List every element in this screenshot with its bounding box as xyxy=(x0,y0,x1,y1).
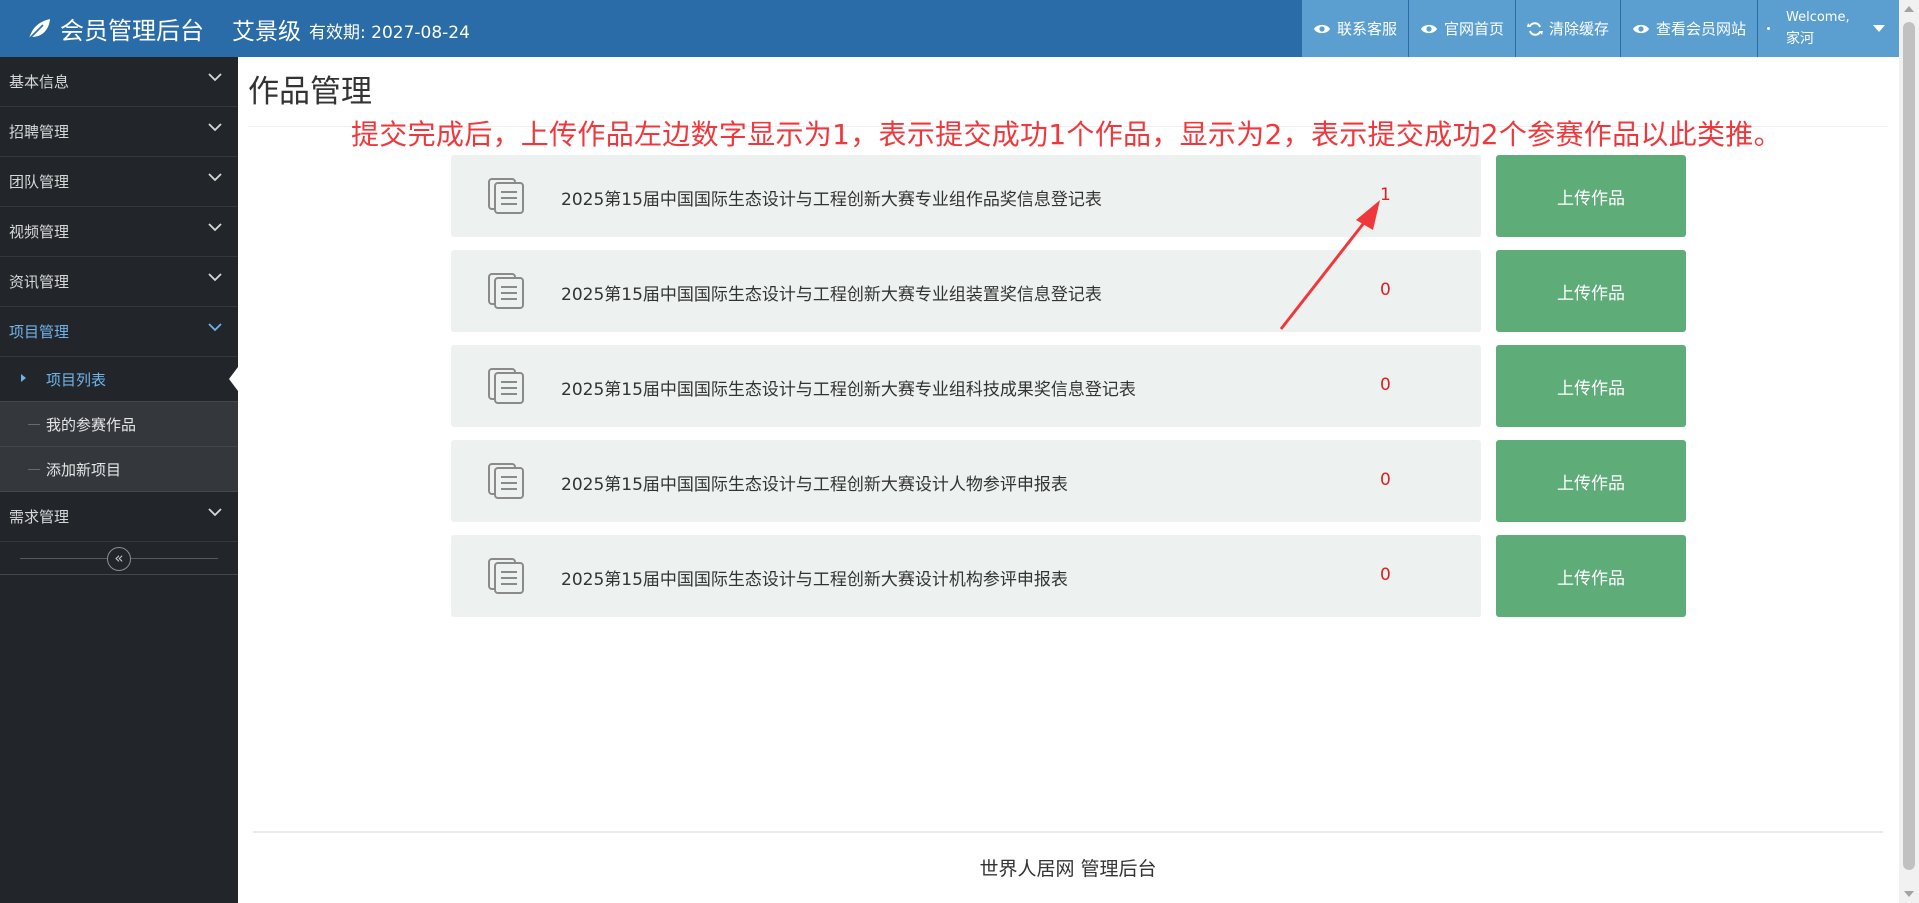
brand: 会员管理后台 艾景级 有效期: 2027-08-24 xyxy=(26,0,470,57)
entry-form-title: 2025第15届中国国际生态设计与工程创新大赛专业组作品奖信息登记表 xyxy=(561,190,1102,210)
list-item: 2025第15届中国国际生态设计与工程创新大赛设计机构参评申报表 0 xyxy=(451,535,1481,617)
clear-cache-label: 清除缓存 xyxy=(1548,20,1609,38)
sidebar-item-label: 团队管理 xyxy=(9,173,70,191)
active-indicator xyxy=(229,367,238,391)
leaf-icon xyxy=(28,18,50,40)
chevron-down-icon xyxy=(208,223,222,232)
nav-actions: 联系客服 官网首页 清除缓存 查看会员网站 Welcome, 家河 xyxy=(1300,0,1899,57)
sidebar-item-news[interactable]: 资讯管理 xyxy=(0,257,238,307)
submission-count: 0 xyxy=(1380,565,1391,585)
welcome-username: 家河 xyxy=(1786,31,1814,47)
document-list-icon xyxy=(488,558,524,594)
sidebar-item-recruitment[interactable]: 招聘管理 xyxy=(0,107,238,157)
tree-line xyxy=(28,424,40,425)
sidebar-item-label: 项目管理 xyxy=(9,323,70,341)
sidebar-item-video[interactable]: 视频管理 xyxy=(0,207,238,257)
refresh-icon xyxy=(1526,21,1543,37)
sidebar-item-label: 招聘管理 xyxy=(9,123,70,141)
submenu-item-add-project[interactable]: 添加新项目 xyxy=(0,447,238,492)
list-item: 2025第15届中国国际生态设计与工程创新大赛设计人物参评申报表 0 xyxy=(451,440,1481,522)
eye-icon xyxy=(1632,23,1650,35)
clear-cache-button[interactable]: 清除缓存 xyxy=(1514,0,1620,57)
top-navbar: 会员管理后台 艾景级 有效期: 2027-08-24 联系客服 官网首页 清除缓… xyxy=(0,0,1899,57)
sidebar-item-label: 资讯管理 xyxy=(9,273,70,291)
entry-form-title: 2025第15届中国国际生态设计与工程创新大赛专业组装置奖信息登记表 xyxy=(561,285,1102,305)
sidebar-item-label: 视频管理 xyxy=(9,223,70,241)
document-list-icon xyxy=(488,273,524,309)
upload-work-button[interactable]: 上传作品 xyxy=(1496,535,1686,617)
entry-form-title: 2025第15届中国国际生态设计与工程创新大赛设计机构参评申报表 xyxy=(561,570,1068,590)
annotation-note: 提交完成后，上传作品左边数字显示为1，表示提交成功1个作品，显示为2，表示提交成… xyxy=(351,118,1782,151)
contact-support-button[interactable]: 联系客服 xyxy=(1300,0,1408,57)
upload-work-button[interactable]: 上传作品 xyxy=(1496,250,1686,332)
list-item: 2025第15届中国国际生态设计与工程创新大赛专业组科技成果奖信息登记表 0 xyxy=(451,345,1481,427)
official-home-button[interactable]: 官网首页 xyxy=(1407,0,1515,57)
page-title: 作品管理 xyxy=(248,74,372,110)
footer-text: 世界人居网 管理后台 xyxy=(979,858,1157,880)
sidebar-item-team[interactable]: 团队管理 xyxy=(0,157,238,207)
tree-line xyxy=(28,469,40,470)
sidebar-item-projects[interactable]: 项目管理 xyxy=(0,307,238,357)
sidebar: 基本信息 招聘管理 团队管理 视频管理 资讯管理 项目管理 项目列表 我的参赛作… xyxy=(0,57,238,903)
submenu-item-label: 我的参赛作品 xyxy=(46,416,137,434)
view-member-site-button[interactable]: 查看会员网站 xyxy=(1619,0,1757,57)
chevron-down-icon xyxy=(208,508,222,517)
divider xyxy=(253,831,1883,833)
upload-work-button[interactable]: 上传作品 xyxy=(1496,440,1686,522)
app-title: 会员管理后台 xyxy=(60,17,204,45)
document-list-icon xyxy=(488,178,524,214)
submission-count: 0 xyxy=(1380,375,1391,395)
chevron-down-icon xyxy=(208,273,222,282)
scroll-down-icon[interactable] xyxy=(1904,891,1914,897)
chevron-down-icon xyxy=(208,323,222,332)
document-list-icon xyxy=(488,368,524,404)
scrollbar-thumb[interactable] xyxy=(1903,22,1915,870)
contact-support-label: 联系客服 xyxy=(1336,20,1397,38)
chevron-down-icon xyxy=(208,173,222,182)
expiry-date: 有效期: 2027-08-24 xyxy=(309,23,470,43)
welcome-text: Welcome, xyxy=(1786,10,1850,25)
eye-icon xyxy=(1420,23,1438,35)
caret-right-icon xyxy=(21,374,26,382)
projects-submenu: 项目列表 我的参赛作品 添加新项目 xyxy=(0,357,238,492)
entry-form-title: 2025第15届中国国际生态设计与工程创新大赛专业组科技成果奖信息登记表 xyxy=(561,380,1136,400)
user-menu-dropdown[interactable]: Welcome, 家河 xyxy=(1757,0,1899,57)
submenu-item-label: 项目列表 xyxy=(46,371,107,389)
sidebar-item-demands[interactable]: 需求管理 xyxy=(0,492,238,542)
sidebar-item-label: 需求管理 xyxy=(9,508,70,526)
sidebar-item-label: 基本信息 xyxy=(9,73,70,91)
vertical-scrollbar[interactable] xyxy=(1899,0,1919,903)
upload-work-button[interactable]: 上传作品 xyxy=(1496,345,1686,427)
avatar xyxy=(1767,27,1770,30)
annotation-arrow-icon xyxy=(1279,200,1380,330)
submenu-item-label: 添加新项目 xyxy=(46,461,122,479)
chevron-down-icon xyxy=(208,123,222,132)
user-name: 艾景级 xyxy=(232,18,301,45)
chevron-down-icon xyxy=(208,73,222,82)
upload-work-button[interactable]: 上传作品 xyxy=(1496,155,1686,237)
entry-form-title: 2025第15届中国国际生态设计与工程创新大赛设计人物参评申报表 xyxy=(561,475,1068,495)
submenu-item-project-list[interactable]: 项目列表 xyxy=(0,357,238,402)
official-home-label: 官网首页 xyxy=(1443,20,1504,38)
sidebar-collapse-bar: « xyxy=(0,542,238,575)
eye-icon xyxy=(1313,23,1331,35)
document-list-icon xyxy=(488,463,524,499)
collapse-sidebar-icon[interactable]: « xyxy=(107,547,131,571)
view-member-site-label: 查看会员网站 xyxy=(1655,20,1746,38)
caret-down-icon xyxy=(1873,25,1885,32)
sidebar-item-basic-info[interactable]: 基本信息 xyxy=(0,57,238,107)
scroll-up-icon[interactable] xyxy=(1904,6,1914,12)
submission-count: 0 xyxy=(1380,470,1391,490)
submenu-item-my-entries[interactable]: 我的参赛作品 xyxy=(0,402,238,447)
